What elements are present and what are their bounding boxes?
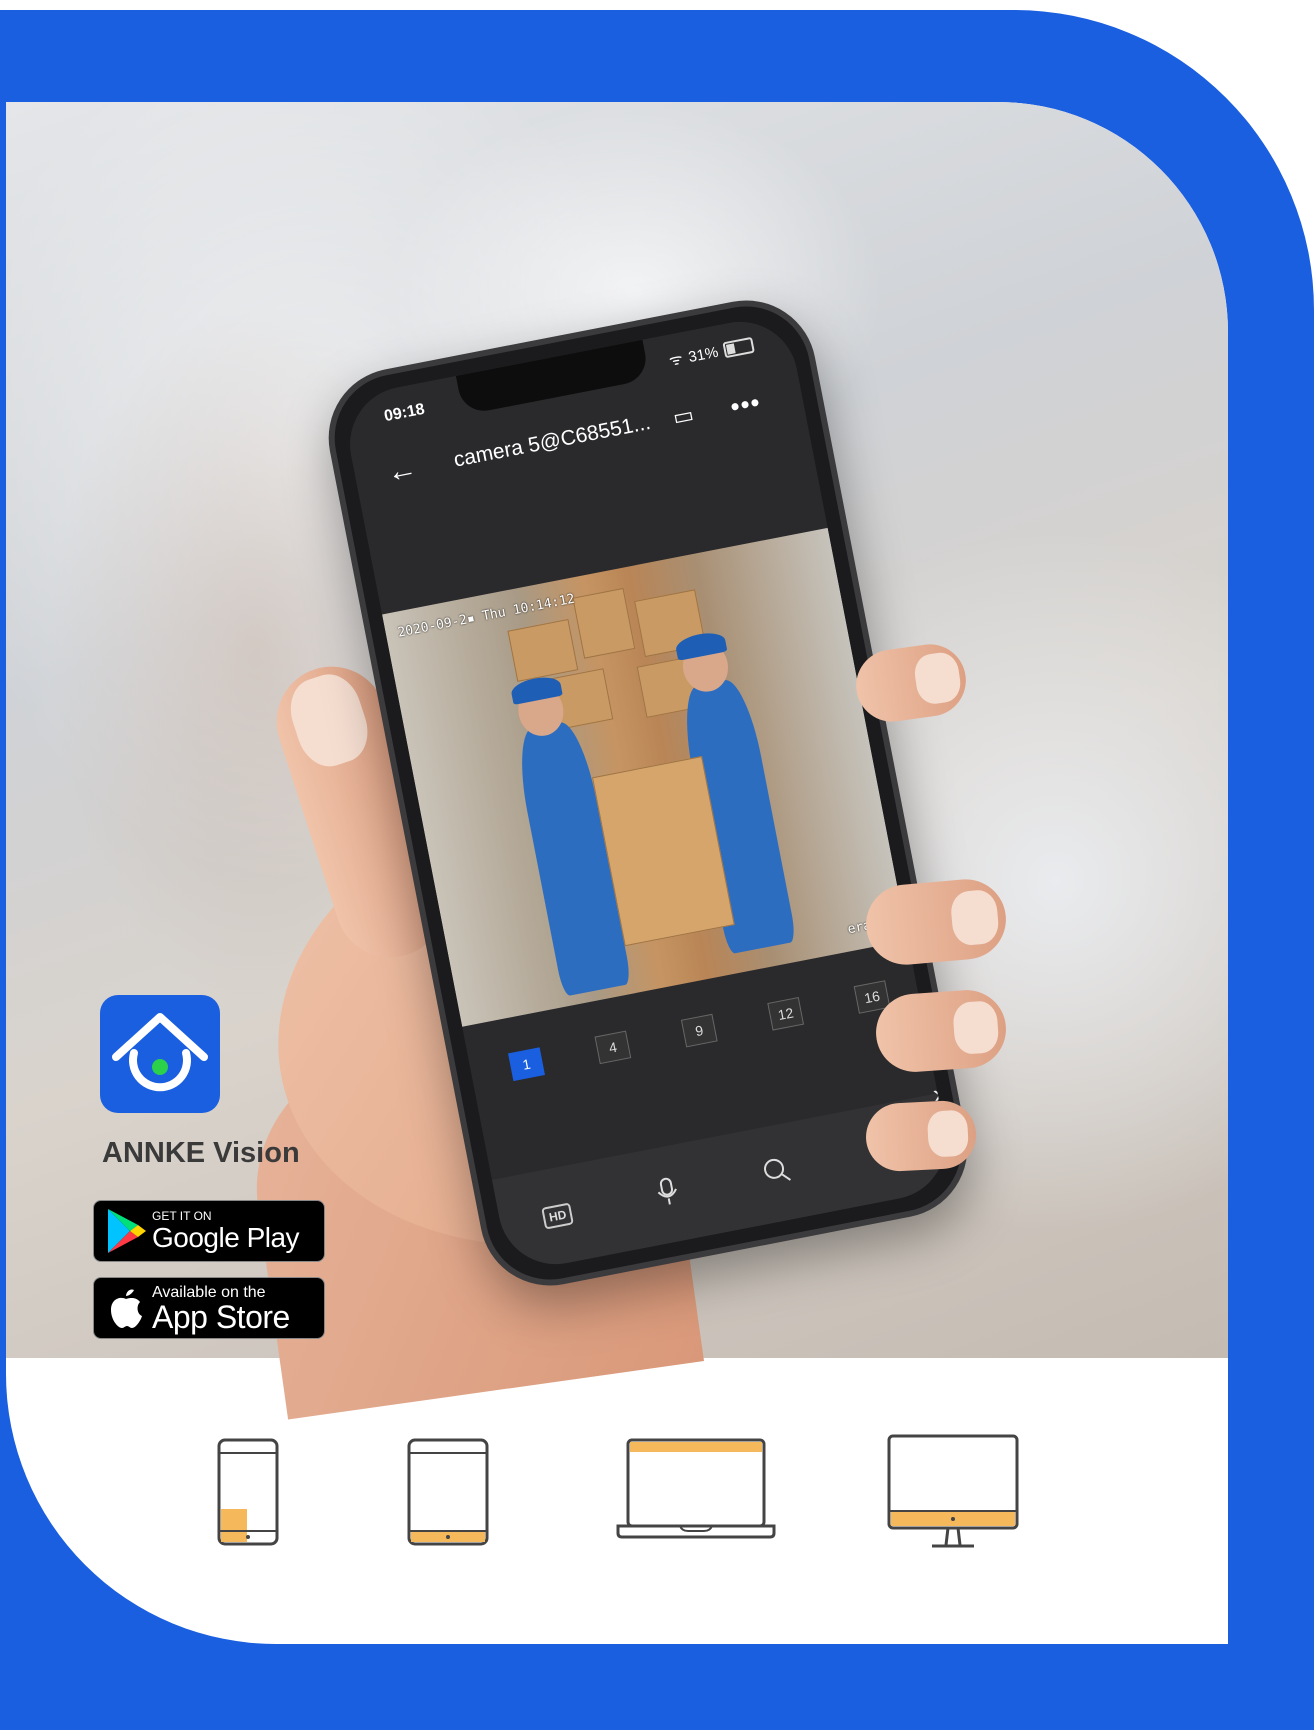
status-indicators: ᯤ 31% — [667, 335, 755, 371]
middle-finger — [862, 876, 1010, 968]
live-video-feed[interactable]: 2020-09-2▪ Thu 10:14:12 era 01 — [382, 527, 908, 1027]
finger-nail — [949, 888, 1001, 947]
thumb-nail — [281, 666, 377, 774]
app-logo[interactable] — [100, 995, 220, 1113]
app-store-badge[interactable]: Available on the App Store — [93, 1277, 325, 1339]
microphone-icon[interactable] — [653, 1174, 682, 1215]
split-option-1[interactable]: 1 — [508, 1047, 545, 1081]
wifi-icon: ᯤ — [667, 350, 685, 370]
zoom-search-icon[interactable] — [760, 1154, 794, 1194]
google-play-small-text: GET IT ON — [152, 1208, 212, 1223]
finger-nail — [926, 1109, 970, 1158]
tablet-icon — [407, 1438, 489, 1546]
camera-title: camera 5@C68551... — [451, 410, 653, 472]
split-option-4[interactable]: 4 — [594, 1030, 632, 1065]
cargo-box — [507, 619, 579, 682]
supported-devices-row — [6, 1434, 1228, 1587]
finger-nail — [952, 1000, 1000, 1056]
google-play-icon — [100, 1205, 152, 1257]
little-finger — [864, 1099, 978, 1173]
phone-icon — [217, 1438, 279, 1546]
house-icon — [112, 1013, 208, 1092]
cargo-box — [572, 587, 636, 659]
split-option-12[interactable]: 12 — [767, 996, 805, 1031]
google-play-badge[interactable]: GET IT ON Google Play — [93, 1200, 325, 1262]
back-arrow-icon[interactable]: ← — [384, 451, 420, 490]
google-play-big-text: Google Play — [152, 1221, 300, 1253]
desktop-icon — [887, 1434, 1019, 1548]
more-options-icon[interactable]: ••• — [728, 386, 764, 422]
app-name: ANNKE Vision — [102, 1137, 300, 1169]
content-panel: 09:18 ᯤ 31% ← camera 5@C68551... ▭ ••• 2… — [6, 102, 1228, 1644]
screen-layout-icon[interactable]: ▭ — [671, 402, 696, 431]
status-time: 09:18 — [382, 400, 427, 426]
split-option-9[interactable]: 9 — [680, 1013, 718, 1048]
battery-icon — [722, 336, 755, 359]
finger-nail — [912, 650, 963, 707]
battery-text: 31% — [686, 343, 720, 366]
blue-frame: 09:18 ᯤ 31% ← camera 5@C68551... ▭ ••• 2… — [0, 10, 1314, 1730]
apple-icon — [100, 1282, 152, 1334]
laptop-icon — [616, 1438, 776, 1539]
ring-finger — [873, 987, 1009, 1075]
hd-quality-button[interactable]: HD — [541, 1202, 575, 1230]
app-store-big-text: App Store — [152, 1299, 290, 1335]
hero-photo: 09:18 ᯤ 31% ← camera 5@C68551... ▭ ••• 2… — [6, 102, 1228, 1420]
